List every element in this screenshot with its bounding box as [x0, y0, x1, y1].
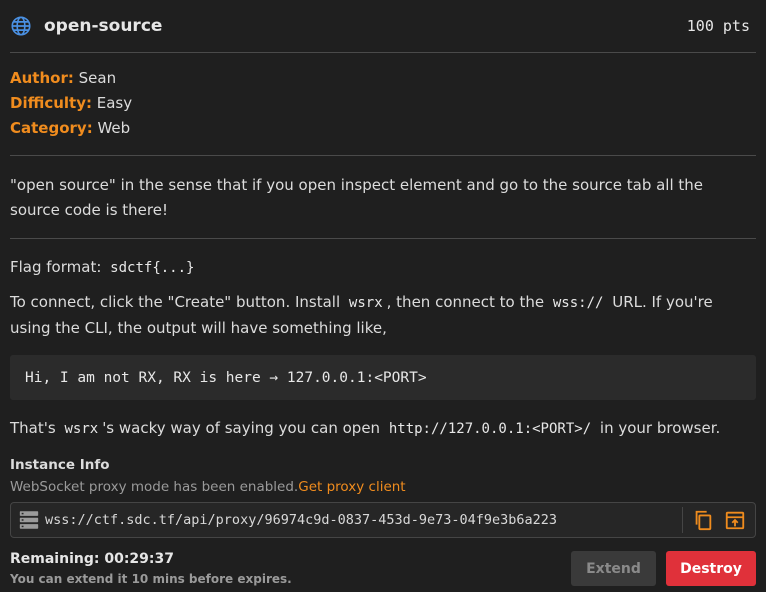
wacky-tool: wsrx: [64, 421, 99, 437]
instance-info-title: Instance Info: [10, 457, 110, 473]
challenge-title: open-source: [44, 16, 163, 36]
server-icon: [19, 511, 39, 529]
challenge-header: open-source 100 pts: [10, 0, 750, 52]
copy-url-button[interactable]: [691, 508, 715, 532]
meta-author-label: Author:: [10, 69, 74, 87]
instance-notice: WebSocket proxy mode has been enabled.Ge…: [10, 479, 406, 495]
wacky-url: http://127.0.0.1:<PORT>/: [388, 421, 592, 437]
open-url-button[interactable]: [723, 508, 747, 532]
wacky-text-post: in your browser.: [599, 419, 721, 437]
instance-url-box: wss://ctf.sdc.tf/api/proxy/96974c9d-0837…: [10, 502, 756, 538]
wacky-text-mid: 's wacky way of saying you can open: [102, 419, 381, 437]
challenge-description: "open source" in the sense that if you o…: [10, 176, 704, 219]
wacky-text-pre: That's: [10, 419, 56, 437]
code-sample: Hi, I am not RX, RX is here → 127.0.0.1:…: [25, 369, 427, 386]
meta-category: Category: Web: [10, 116, 132, 141]
remaining-time: Remaining: 00:29:37: [10, 551, 174, 567]
copy-icon: [695, 510, 712, 531]
extend-note: You can extend it 10 mins before expires…: [10, 572, 292, 586]
extend-button[interactable]: Extend: [571, 551, 656, 586]
url-box-divider: [682, 507, 683, 533]
challenge-panel: open-source 100 pts Author: Sean Difficu…: [0, 0, 766, 592]
meta-difficulty: Difficulty: Easy: [10, 91, 132, 116]
instance-url[interactable]: wss://ctf.sdc.tf/api/proxy/96974c9d-0837…: [45, 512, 682, 528]
connect-text-pre: To connect, click the "Create" button. I…: [10, 293, 341, 311]
divider: [10, 155, 756, 156]
meta-author: Author: Sean: [10, 66, 132, 91]
flag-format-label: Flag format:: [10, 258, 102, 276]
meta-category-value: Web: [97, 119, 131, 137]
connect-scheme: wss://: [552, 295, 604, 311]
code-block: Hi, I am not RX, RX is here → 127.0.0.1:…: [10, 355, 756, 400]
connect-text-mid: , then connect to the: [386, 293, 545, 311]
challenge-points: 100 pts: [686, 17, 750, 35]
flag-format: Flag format: sdctf{...}: [10, 255, 754, 281]
get-proxy-client-link[interactable]: Get proxy client: [298, 479, 405, 495]
flag-format-value: sdctf{...}: [110, 260, 195, 276]
meta-difficulty-value: Easy: [96, 94, 133, 112]
meta-author-value: Sean: [78, 69, 117, 87]
destroy-button[interactable]: Destroy: [666, 551, 756, 586]
open-external-icon: [725, 511, 745, 530]
meta-category-label: Category:: [10, 119, 93, 137]
connect-instructions: To connect, click the "Create" button. I…: [10, 290, 754, 341]
challenge-meta: Author: Sean Difficulty: Easy Category: …: [10, 66, 132, 141]
meta-difficulty-label: Difficulty:: [10, 94, 92, 112]
connect-tool: wsrx: [348, 295, 383, 311]
wacky-explanation: That's wsrx's wacky way of saying you ca…: [10, 416, 754, 442]
globe-icon: [11, 16, 31, 36]
proxy-mode-notice: WebSocket proxy mode has been enabled.: [10, 479, 299, 495]
divider: [10, 52, 756, 53]
divider: [10, 238, 756, 239]
